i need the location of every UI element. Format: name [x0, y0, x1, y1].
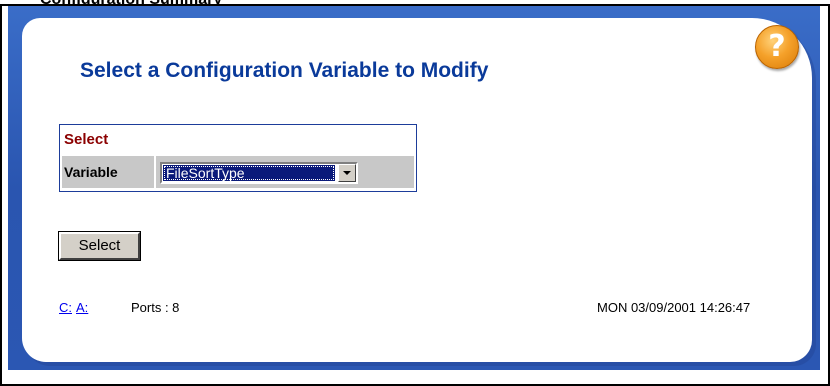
- variable-label: Variable: [64, 164, 118, 180]
- drive-link-c[interactable]: C:: [59, 300, 72, 315]
- help-icon[interactable]: ?: [755, 25, 799, 69]
- variable-dropdown[interactable]: FileSortType: [160, 162, 358, 184]
- chevron-down-icon[interactable]: [338, 164, 356, 182]
- variable-dropdown-value[interactable]: FileSortType: [163, 165, 335, 181]
- timestamp: MON 03/09/2001 14:26:47: [597, 300, 751, 315]
- select-variable-box: Select Variable FileSortType: [59, 124, 417, 192]
- cell-divider: [154, 156, 156, 188]
- drive-links: C: A:: [59, 300, 92, 315]
- select-button[interactable]: Select: [58, 231, 141, 261]
- drive-link-a[interactable]: A:: [76, 300, 88, 315]
- ports-count: Ports : 8: [131, 300, 180, 315]
- variable-row: Variable FileSortType: [62, 156, 414, 188]
- page-title: Select a Configuration Variable to Modif…: [80, 59, 489, 82]
- select-section-header: Select: [64, 131, 109, 148]
